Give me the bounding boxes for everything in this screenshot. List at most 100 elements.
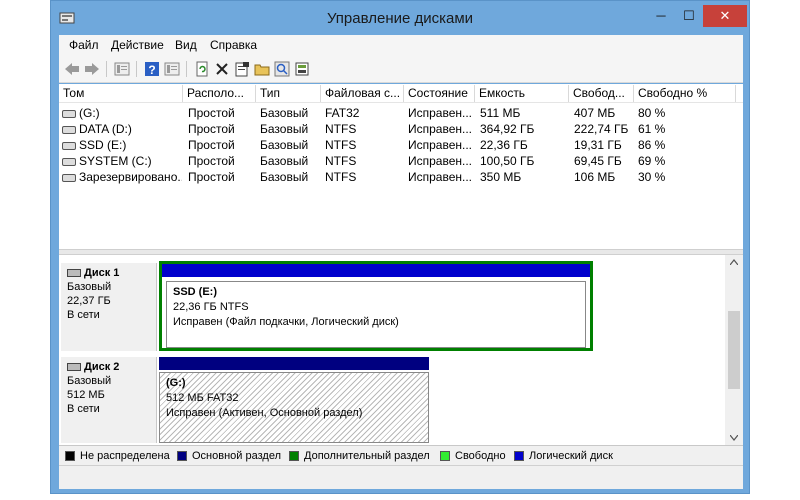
cell-free-space: 19,31 ГБ [574,138,622,152]
title-bar[interactable]: Управление дисками ─ ☐ ✕ [51,1,749,35]
disk-2-info[interactable]: Диск 2 Базовый 512 МБ В сети [61,357,157,443]
properties-icon[interactable] [163,60,181,78]
volume-health: Исправен (Файл подкачки, Логический диск… [173,316,399,328]
cell-capacity: 100,50 ГБ [480,154,535,168]
legend-label-primary: Основной раздел [192,450,281,462]
disk-map: Диск 1 Базовый 22,37 ГБ В сети SSD (E:) … [59,255,725,445]
menu-action[interactable]: Действие [111,38,164,52]
cell-status: Исправен... [408,106,473,120]
legend: Не распределена Основной раздел Дополнит… [59,445,743,465]
cell-filesystem: NTFS [325,122,357,136]
disk-management-app-icon[interactable] [59,11,75,25]
column-header-status[interactable]: Состояние [404,85,475,102]
disk-name: Диск 1 [84,267,120,279]
cell-free-space: 222,74 ГБ [574,122,629,136]
disk-map-scrollbar[interactable] [725,255,743,445]
delete-icon[interactable] [213,60,231,78]
cell-free-percent: 80 % [638,106,666,120]
logical-disk-bar [162,264,590,277]
column-header-free-percent[interactable]: Свободно % [634,85,736,102]
window-title: Управление дисками [326,10,474,27]
cell-status: Исправен... [408,122,473,136]
column-header-filesystem[interactable]: Файловая с... [321,85,404,102]
volume-health: Исправен (Активен, Основной раздел) [166,407,363,419]
cell-free-percent: 86 % [638,138,666,152]
legend-swatch-extended [289,451,299,461]
disk-status: В сети [67,403,100,415]
menu-help[interactable]: Справка [210,38,257,52]
cell-status: Исправен... [408,170,473,184]
volume-list: Том Располо... Тип Файловая с... Состоян… [59,84,743,249]
volume-ssd-partition[interactable]: SSD (E:) 22,36 ГБ NTFS Исправен (Файл по… [159,261,593,351]
table-row[interactable]: SYSTEM (C:) Простой Базовый NTFS Исправе… [59,153,743,169]
volume-size-fs: 512 МБ FAT32 [166,392,239,404]
disk-list-icon[interactable] [113,60,131,78]
disk-management-window: Управление дисками ─ ☐ ✕ Файл Действие В… [50,0,750,494]
cell-filesystem: NTFS [325,154,357,168]
disk-icon [67,269,81,277]
cell-layout: Простой [188,122,235,136]
legend-label-free: Свободно [455,450,506,462]
table-row[interactable]: (G:) Простой Базовый FAT32 Исправен... 5… [59,105,743,121]
cell-free-space: 407 МБ [574,106,616,120]
table-row[interactable]: SSD (E:) Простой Базовый NTFS Исправен..… [59,137,743,153]
toolbar-separator [136,61,137,77]
close-button[interactable]: ✕ [703,5,747,27]
volume-icon [62,126,76,134]
cell-free-percent: 30 % [638,170,666,184]
column-header-free-space[interactable]: Свобод... [569,85,634,102]
legend-swatch-logical [514,451,524,461]
cell-layout: Простой [188,106,235,120]
cell-volume: SSD (E:) [79,138,127,152]
open-folder-icon[interactable] [253,60,271,78]
volume-name: (G:) [166,377,186,389]
cell-volume: (G:) [79,106,100,120]
cell-free-space: 69,45 ГБ [574,154,622,168]
cell-status: Исправен... [408,154,473,168]
cell-capacity: 511 МБ [480,106,521,120]
column-header-layout[interactable]: Располо... [183,85,256,102]
menu-file[interactable]: Файл [69,38,99,52]
status-bar [59,465,743,489]
scrollbar-thumb[interactable] [728,311,740,389]
volume-g-partition[interactable]: (G:) 512 МБ FAT32 Исправен (Активен, Осн… [159,357,429,443]
table-row[interactable]: DATA (D:) Простой Базовый NTFS Исправен.… [59,121,743,137]
volume-size-fs: 22,36 ГБ NTFS [173,301,249,313]
properties-sheet-icon[interactable] [233,60,251,78]
cell-filesystem: NTFS [325,170,357,184]
volume-icon [62,174,76,182]
column-header-capacity[interactable]: Емкость [475,85,569,102]
menu-view[interactable]: Вид [175,38,197,52]
cell-free-percent: 61 % [638,122,666,136]
disk-1-info[interactable]: Диск 1 Базовый 22,37 ГБ В сети [61,263,157,351]
menu-bar: Файл Действие Вид Справка [59,35,743,55]
disk-size: 512 МБ [67,389,105,401]
cell-filesystem: NTFS [325,138,357,152]
column-header-volume[interactable]: Том [59,85,183,102]
table-row[interactable]: Зарезервировано... Простой Базовый NTFS … [59,169,743,185]
cell-status: Исправен... [408,138,473,152]
minimize-button[interactable]: ─ [647,5,675,27]
cell-volume: SYSTEM (C:) [79,154,152,168]
primary-partition-bar [159,357,429,370]
search-icon[interactable] [273,60,291,78]
legend-label-unallocated: Не распределена [80,450,170,462]
refresh-icon[interactable] [193,60,211,78]
disk-name: Диск 2 [84,361,120,373]
forward-icon[interactable] [83,60,101,78]
cell-free-percent: 69 % [638,154,666,168]
cell-layout: Простой [188,138,235,152]
cell-layout: Простой [188,170,235,184]
maximize-button[interactable]: ☐ [675,5,703,27]
toolbar-separator [186,61,187,77]
disk-status: В сети [67,309,100,321]
back-icon[interactable] [63,60,81,78]
scroll-down-arrow[interactable] [730,435,738,441]
column-header-type[interactable]: Тип [256,85,321,102]
toolbar-separator [106,61,107,77]
scroll-up-arrow[interactable] [730,259,738,265]
help-icon[interactable]: ? [143,60,161,78]
cell-type: Базовый [260,138,309,152]
disk-icon [67,363,81,371]
export-icon[interactable] [293,60,311,78]
